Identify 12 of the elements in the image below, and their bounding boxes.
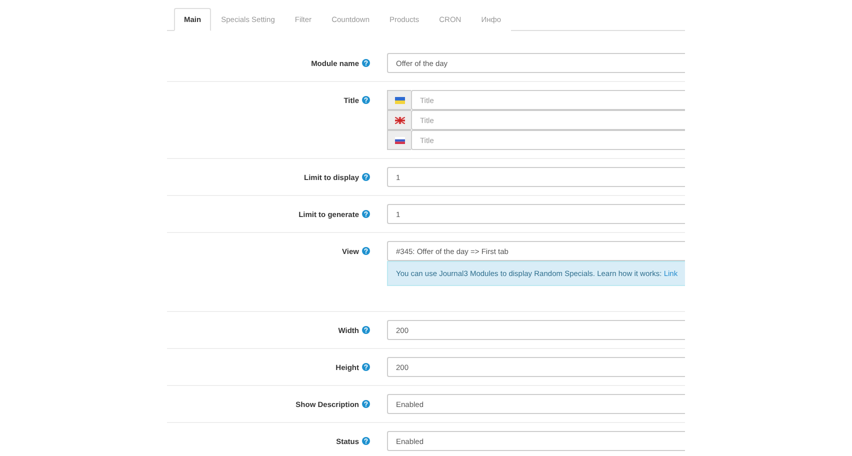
russia-flag-icon bbox=[394, 136, 404, 144]
help-icon[interactable] bbox=[362, 173, 370, 181]
help-icon[interactable] bbox=[362, 210, 370, 218]
help-icon[interactable] bbox=[362, 363, 370, 371]
help-icon[interactable] bbox=[362, 247, 370, 255]
help-icon[interactable] bbox=[362, 437, 370, 445]
help-icon[interactable] bbox=[362, 400, 370, 408]
help-icon[interactable] bbox=[362, 59, 370, 67]
uk-flag-icon bbox=[394, 116, 404, 124]
help-icon[interactable] bbox=[362, 96, 370, 104]
ukraine-flag-icon bbox=[394, 96, 404, 104]
help-icon[interactable] bbox=[362, 326, 370, 334]
